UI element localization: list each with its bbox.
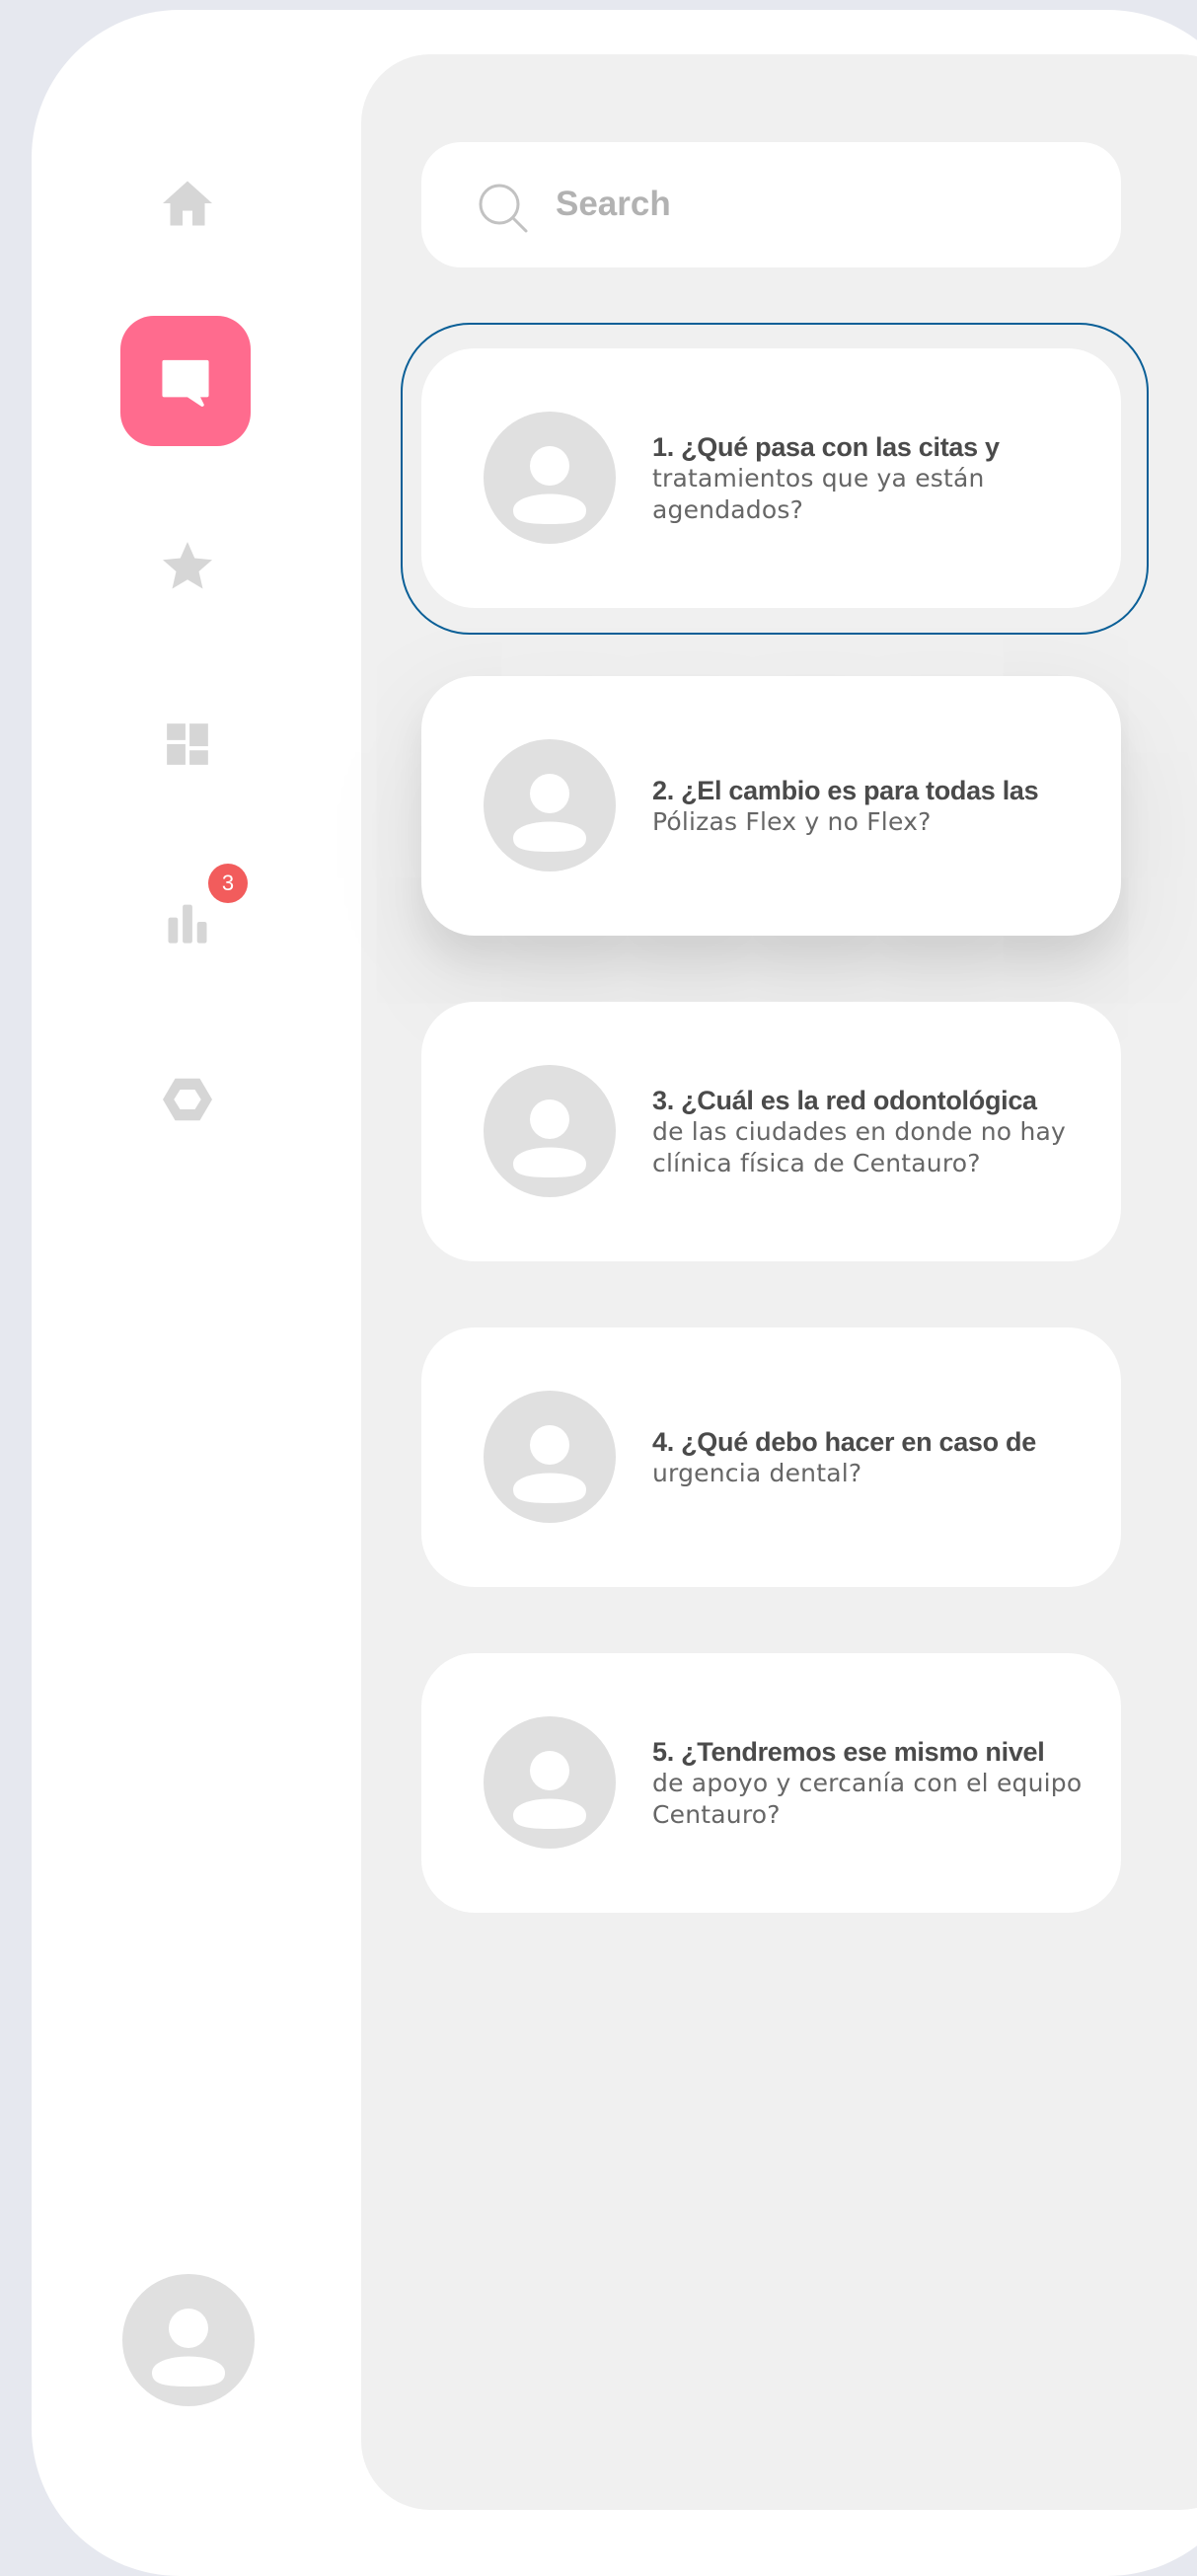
question-card-5[interactable]: 5. ¿Tendremos ese mismo nivel de apoyo y… (421, 1653, 1121, 1913)
message-icon (162, 359, 209, 407)
home-icon (163, 181, 212, 226)
avatar-icon (484, 1391, 616, 1523)
sidebar-item-favorites[interactable] (122, 501, 253, 632)
question-card-2[interactable]: 2. ¿El cambio es para todas las Pólizas … (421, 676, 1121, 936)
avatar-icon (484, 739, 616, 871)
avatar (484, 1716, 616, 1849)
search-bar[interactable] (421, 142, 1121, 267)
question-body: tratamientos que ya están agendados? (652, 463, 985, 524)
question-title: 1. ¿Qué pasa con las citas y (652, 431, 1000, 462)
question-title: 3. ¿Cuál es la red odontológica (652, 1085, 1037, 1115)
search-input[interactable] (556, 170, 1049, 239)
question-body: de apoyo y cercanía con el equipo Centau… (652, 1768, 1083, 1829)
avatar-icon (484, 412, 616, 544)
sidebar-item-messages[interactable] (120, 316, 251, 446)
question-body: de las ciudades en donde no hay clínica … (652, 1116, 1067, 1177)
sidebar-item-home[interactable] (122, 138, 253, 268)
sidebar-item-dashboard[interactable] (122, 679, 253, 809)
question-body: Pólizas Flex y no Flex? (652, 806, 932, 836)
bar-chart-icon (168, 904, 207, 944)
dashboard-icon (167, 723, 208, 765)
avatar (484, 1391, 616, 1523)
user-avatar[interactable] (122, 2274, 255, 2406)
question-card-4[interactable]: 4. ¿Qué debo hacer en caso de urgencia d… (421, 1327, 1121, 1587)
search-icon (479, 184, 528, 233)
hexagon-icon (163, 1078, 212, 1121)
avatar-icon (484, 1716, 616, 1849)
avatar (484, 739, 616, 871)
avatar-icon (484, 1065, 616, 1197)
avatar (484, 412, 616, 544)
user-avatar-icon (122, 2274, 255, 2406)
question-title: 2. ¿El cambio es para todas las (652, 775, 1039, 805)
avatar (484, 1065, 616, 1197)
question-body: urgencia dental? (652, 1458, 862, 1487)
notification-badge: 3 (208, 864, 248, 903)
sidebar-item-settings[interactable] (122, 1034, 253, 1165)
question-card-3[interactable]: 3. ¿Cuál es la red odontológica de las c… (421, 1002, 1121, 1261)
question-title: 4. ¿Qué debo hacer en caso de (652, 1426, 1036, 1457)
star-icon (163, 542, 212, 589)
question-title: 5. ¿Tendremos ese mismo nivel (652, 1736, 1045, 1767)
question-card-1[interactable]: 1. ¿Qué pasa con las citas y tratamiento… (421, 348, 1121, 608)
